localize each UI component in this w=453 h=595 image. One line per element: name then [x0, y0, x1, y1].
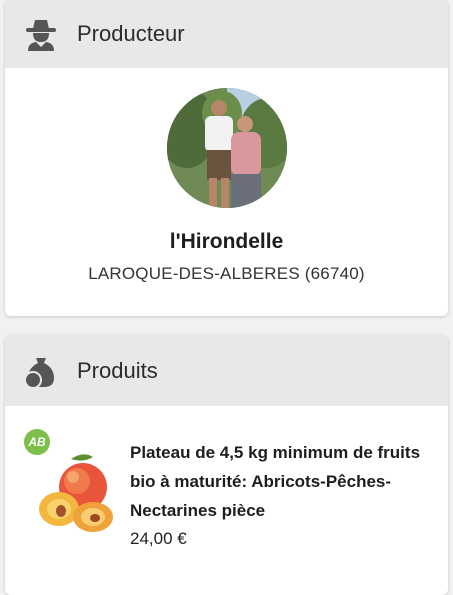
- product-name[interactable]: Plateau de 4,5 kg minimum de fruits bio …: [130, 438, 435, 525]
- produce-bag-icon: [5, 354, 77, 388]
- products-header: Produits: [5, 335, 448, 406]
- producer-location: LAROQUE-DES-ALBERES (66740): [88, 264, 365, 283]
- producer-avatar[interactable]: [166, 88, 287, 208]
- products-section-title: Produits: [77, 357, 158, 383]
- products-card: Produits AB Plateau de 4,5 kg minimum de…: [5, 335, 448, 595]
- product-item[interactable]: AB Plateau de 4,5 kg minimum de fruits b…: [5, 406, 448, 586]
- producer-section-title: Producteur: [77, 21, 185, 46]
- product-image[interactable]: [33, 451, 133, 541]
- producer-name[interactable]: l'Hirondelle: [5, 230, 448, 254]
- producer-header: Producteur: [5, 0, 448, 68]
- farmer-icon: [5, 17, 77, 51]
- producer-card: Producteur l'Hirondelle LAROQUE-DES-ALBE…: [5, 0, 448, 316]
- product-price: 24,00 €: [130, 529, 187, 548]
